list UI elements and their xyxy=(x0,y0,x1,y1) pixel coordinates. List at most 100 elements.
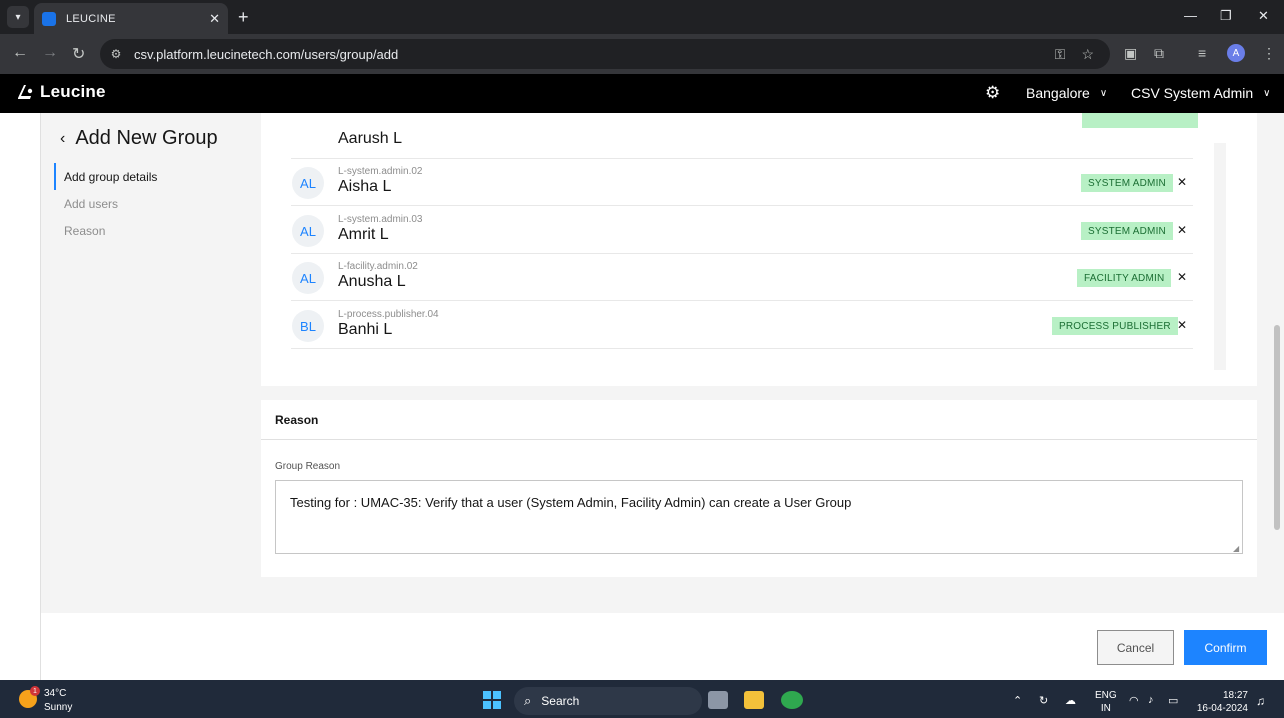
left-rail xyxy=(0,113,41,680)
notification-bell-icon[interactable]: ♫ xyxy=(1256,694,1265,708)
avatar: AL xyxy=(292,262,324,294)
leucine-favicon-icon xyxy=(42,11,56,26)
app-header: Leucine ⚙ Bangalore ∨ CSV System Admin ∨ xyxy=(0,74,1284,113)
user-name: Anusha L xyxy=(338,273,406,290)
role-badge xyxy=(1082,113,1198,128)
list-item: AL L-system.admin.02 Aisha L SYSTEM ADMI… xyxy=(291,159,1193,206)
user-id: L-system.admin.03 xyxy=(338,214,423,225)
group-reason-label: Group Reason xyxy=(275,461,341,472)
browser-toolbar: ← → ↻ ⚙ csv.platform.leucinetech.com/use… xyxy=(0,34,1284,74)
weather-badge: 1 xyxy=(30,686,40,696)
new-tab-icon[interactable]: + xyxy=(238,7,249,28)
user-role-label: CSV System Admin xyxy=(1131,85,1254,101)
avatar: AL xyxy=(292,215,324,247)
tab-title: LEUCINE xyxy=(66,12,116,25)
browser-menu-icon[interactable]: ⋮ xyxy=(1262,45,1276,62)
extensions-puzzle-icon[interactable]: ⧉ xyxy=(1154,45,1164,62)
weather-condition[interactable]: Sunny xyxy=(44,702,72,713)
taskbar-search[interactable]: ⌕ Search xyxy=(514,687,702,715)
user-id: L-system.admin.02 xyxy=(338,166,423,177)
facility-dropdown[interactable]: Bangalore ∨ xyxy=(1026,85,1107,101)
user-name: Aarush L xyxy=(338,130,403,147)
role-badge: SYSTEM ADMIN xyxy=(1081,222,1173,240)
user-name: Aisha L xyxy=(338,178,392,195)
bookmark-star-icon[interactable]: ☆ xyxy=(1081,46,1094,63)
restore-icon[interactable]: ❐ xyxy=(1220,8,1232,24)
weather-temperature[interactable]: 34°C xyxy=(44,688,66,699)
profile-avatar[interactable]: A xyxy=(1227,44,1245,62)
role-badge: PROCESS PUBLISHER xyxy=(1052,317,1178,335)
clock-date: 16-04-2024 xyxy=(1196,703,1248,714)
task-view-icon[interactable] xyxy=(708,691,728,709)
wifi-icon[interactable]: ◠ xyxy=(1129,694,1139,707)
confirm-button[interactable]: Confirm xyxy=(1184,630,1267,665)
close-window-icon[interactable]: ✕ xyxy=(1258,8,1269,24)
browser-tabbar: ▾ LEUCINE ✕ + — ❐ ✕ xyxy=(0,0,1284,34)
system-clock[interactable]: 18:27 16-04-2024 xyxy=(1196,689,1248,715)
list-item: BL L-process.publisher.04 Banhi L PROCES… xyxy=(291,302,1193,349)
reason-header: Reason xyxy=(261,400,1257,440)
chrome-icon[interactable] xyxy=(781,691,803,709)
page-scrollbar-thumb[interactable] xyxy=(1274,325,1280,530)
page-title-row: ‹ Add New Group xyxy=(60,127,218,150)
leucine-logo-icon xyxy=(18,85,33,99)
remove-user-icon[interactable]: ✕ xyxy=(1177,318,1187,332)
step-add-users[interactable]: Add users xyxy=(54,190,157,217)
group-reason-textarea[interactable]: Testing for : UMAC-35: Verify that a use… xyxy=(275,480,1243,554)
volume-icon[interactable]: ♪ xyxy=(1148,694,1154,706)
site-info-icon[interactable]: ⚙ xyxy=(108,46,124,62)
media-queue-icon[interactable]: ≡ xyxy=(1198,45,1206,61)
browser-tab[interactable]: LEUCINE ✕ xyxy=(34,3,228,34)
users-list-scrollbar[interactable] xyxy=(1214,143,1226,370)
user-role-dropdown[interactable]: CSV System Admin ∨ xyxy=(1131,85,1270,101)
windows-start-icon[interactable] xyxy=(483,691,501,709)
user-name: Banhi L xyxy=(338,321,393,338)
url-text[interactable]: csv.platform.leucinetech.com/users/group… xyxy=(134,47,1055,62)
reason-section-title: Reason xyxy=(275,413,319,427)
reload-icon[interactable]: ↻ xyxy=(72,44,85,64)
taskbar-search-label: Search xyxy=(541,694,580,708)
password-key-icon[interactable]: ⚿ xyxy=(1055,46,1066,63)
tray-overflow-icon[interactable]: ⌃ xyxy=(1013,694,1022,707)
user-id: L-facility.admin.02 xyxy=(338,261,418,272)
tab-search-icon[interactable]: ▾ xyxy=(7,6,29,28)
language-code: ENG xyxy=(1095,690,1117,701)
cancel-button[interactable]: Cancel xyxy=(1097,630,1174,665)
avatar: AL xyxy=(292,167,324,199)
selected-users-panel: Aarush L AL L-system.admin.02 Aisha L SY… xyxy=(261,113,1257,386)
resize-handle-icon[interactable]: ◢ xyxy=(1233,544,1239,553)
clock-time: 18:27 xyxy=(1222,690,1248,701)
settings-gear-icon[interactable]: ⚙ xyxy=(985,83,1000,103)
step-add-group-details[interactable]: Add group details xyxy=(54,163,157,190)
step-reason[interactable]: Reason xyxy=(54,217,157,244)
role-badge: SYSTEM ADMIN xyxy=(1081,174,1173,192)
reason-panel: Reason Group Reason Testing for : UMAC-3… xyxy=(261,400,1257,577)
facility-label: Bangalore xyxy=(1026,85,1090,101)
back-arrow-icon[interactable]: ← xyxy=(12,44,28,62)
region-code: IN xyxy=(1100,703,1111,714)
stepper: Add group details Add users Reason xyxy=(54,163,157,244)
sync-icon[interactable]: ↻ xyxy=(1039,694,1048,707)
leucine-logo[interactable]: Leucine xyxy=(14,82,106,102)
chevron-down-icon: ∨ xyxy=(1099,87,1108,99)
role-badge: FACILITY ADMIN xyxy=(1077,269,1172,287)
minimize-icon[interactable]: — xyxy=(1184,8,1197,23)
user-name: Amrit L xyxy=(338,226,389,243)
chevron-down-icon: ∨ xyxy=(1263,87,1271,99)
file-explorer-icon[interactable] xyxy=(744,691,764,709)
remove-user-icon[interactable]: ✕ xyxy=(1177,270,1187,284)
cloud-icon[interactable]: ☁ xyxy=(1065,694,1076,707)
language-indicator[interactable]: ENG IN xyxy=(1095,689,1117,715)
close-tab-icon[interactable]: ✕ xyxy=(209,11,220,27)
back-chevron-icon[interactable]: ‹ xyxy=(60,130,65,148)
remove-user-icon[interactable]: ✕ xyxy=(1177,175,1187,189)
translate-extension-icon[interactable]: ▣ xyxy=(1124,45,1137,62)
remove-user-icon[interactable]: ✕ xyxy=(1177,223,1187,237)
page-title: Add New Group xyxy=(75,127,218,149)
battery-icon[interactable]: ▭ xyxy=(1168,694,1178,707)
logo-text: Leucine xyxy=(40,82,106,101)
forward-arrow-icon[interactable]: → xyxy=(42,44,58,62)
avatar: BL xyxy=(292,310,324,342)
list-item: AL L-system.admin.03 Amrit L SYSTEM ADMI… xyxy=(291,207,1193,254)
address-bar[interactable]: ⚙ csv.platform.leucinetech.com/users/gro… xyxy=(100,39,1110,69)
